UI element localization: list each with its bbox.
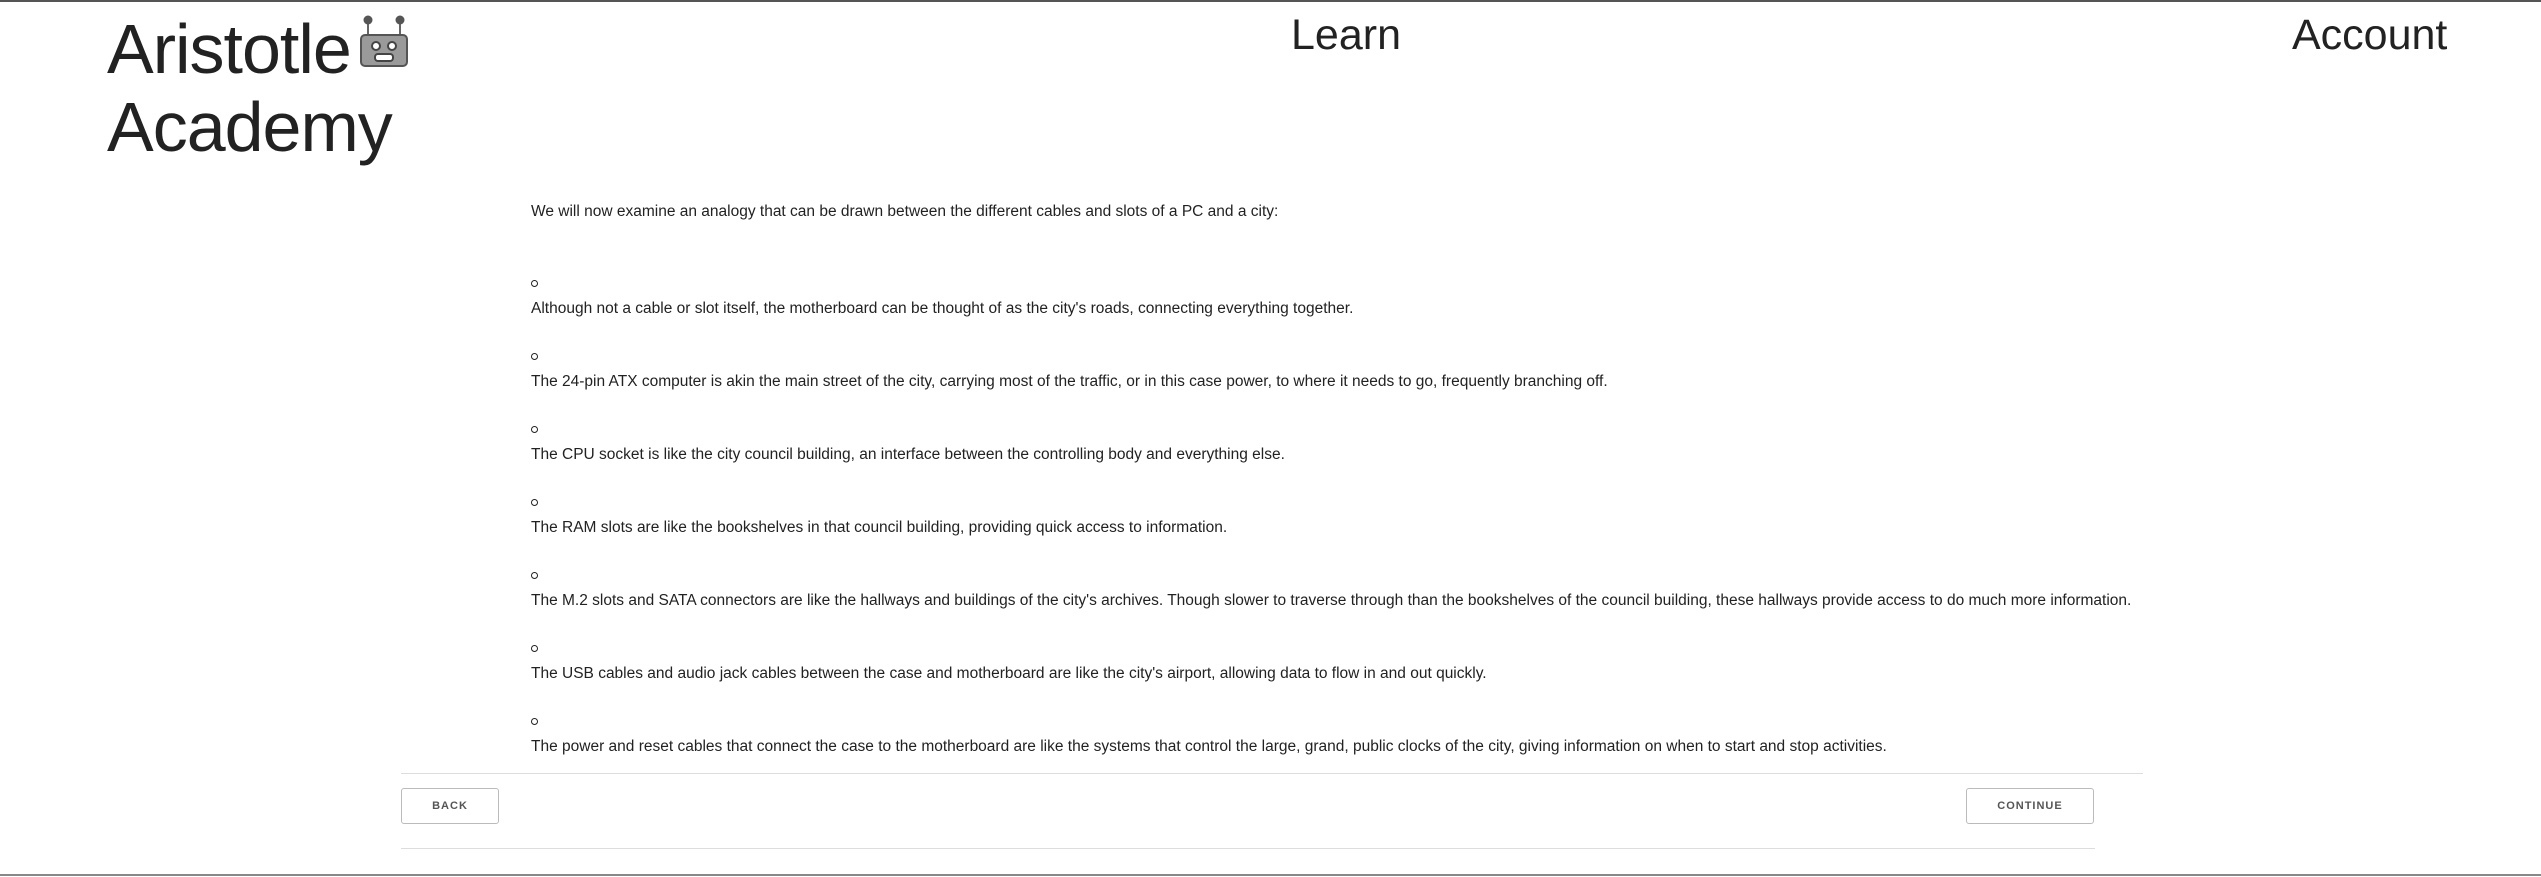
list-item: Although not a cable or slot itself, the… bbox=[531, 224, 2151, 317]
list-item: The 24-pin ATX computer is akin the main… bbox=[531, 297, 2151, 390]
site-logo[interactable]: Aristotle Academy bbox=[107, 10, 409, 166]
list-item: The RAM slots are like the bookshelves i… bbox=[531, 443, 2151, 536]
list-item: The USB cables and audio jack cables bet… bbox=[531, 589, 2151, 682]
footer-divider-bottom bbox=[401, 848, 2095, 849]
logo-text-line2: Academy bbox=[107, 88, 393, 166]
analogy-list: Although not a cable or slot itself, the… bbox=[531, 224, 2151, 755]
circle-bullet-icon bbox=[531, 426, 538, 433]
back-button[interactable]: BACK bbox=[401, 788, 499, 824]
top-border bbox=[0, 0, 2541, 2]
list-item-text: The power and reset cables that connect … bbox=[531, 738, 1887, 755]
list-item: The M.2 slots and SATA connectors are li… bbox=[531, 516, 2151, 609]
circle-bullet-icon bbox=[531, 353, 538, 360]
footer-divider-top bbox=[401, 773, 2143, 774]
circle-bullet-icon bbox=[531, 499, 538, 506]
list-item: The CPU socket is like the city council … bbox=[531, 370, 2151, 463]
lesson-intro: We will now examine an analogy that can … bbox=[531, 203, 1279, 220]
circle-bullet-icon bbox=[531, 280, 538, 287]
circle-bullet-icon bbox=[531, 718, 538, 725]
bottom-border bbox=[0, 874, 2541, 876]
nav-account-link[interactable]: Account bbox=[2292, 10, 2447, 60]
circle-bullet-icon bbox=[531, 645, 538, 652]
circle-bullet-icon bbox=[531, 572, 538, 579]
logo-text-line1: Aristotle bbox=[107, 10, 352, 88]
list-item: The power and reset cables that connect … bbox=[531, 662, 2151, 755]
lesson-content: We will now examine an analogy that can … bbox=[531, 200, 2151, 755]
robot-icon bbox=[359, 15, 408, 67]
nav-learn-link[interactable]: Learn bbox=[1291, 10, 1401, 60]
continue-button[interactable]: CONTINUE bbox=[1966, 788, 2094, 824]
